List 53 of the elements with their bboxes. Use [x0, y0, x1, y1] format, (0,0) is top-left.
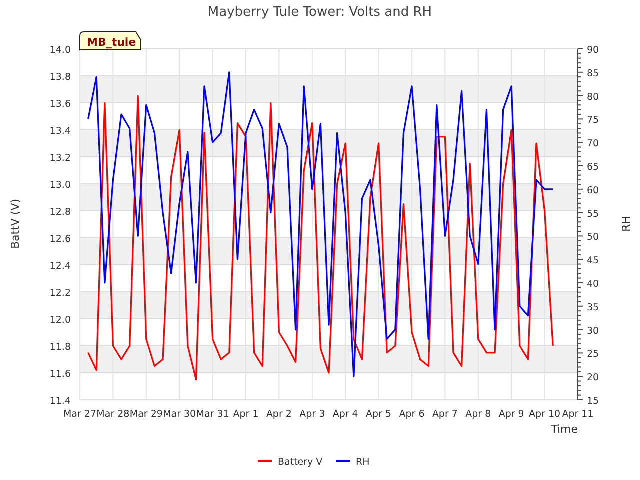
- axis-tick-label: Mar 29: [130, 409, 163, 420]
- axis-tick-label: 25: [587, 349, 600, 360]
- axis-tick-label: Apr 9: [498, 409, 524, 420]
- plot-tag: MB_tule: [80, 32, 142, 50]
- axis-tick-label: 11.4: [50, 396, 71, 407]
- axis-tick-label: 14.0: [50, 45, 71, 56]
- axis-tick-label: Apr 8: [466, 409, 492, 420]
- axis-tick-label: 85: [587, 68, 600, 80]
- legend-label: Battery V: [278, 457, 323, 468]
- axis-tick-label: 60: [587, 185, 600, 196]
- legend-label: RH: [356, 457, 370, 468]
- axis-tick-label: Mar 30: [163, 409, 196, 420]
- axis-tick-label: 13.0: [50, 180, 71, 191]
- axis-tick-label: 20: [587, 372, 600, 384]
- axis-tick-label: 90: [587, 45, 600, 56]
- x-axis-title: Time: [551, 423, 578, 436]
- axis-tick-label: Apr 2: [266, 409, 292, 420]
- axis-tick-label: Apr 6: [399, 409, 425, 420]
- axis-tick-label: 11.8: [50, 342, 71, 353]
- chart-title: Mayberry Tule Tower: Volts and RH: [208, 5, 432, 20]
- axis-tick-label: 13.6: [50, 99, 71, 110]
- axis-tick-label: 35: [587, 302, 600, 314]
- axis-tick-label: 13.4: [50, 126, 71, 137]
- axis-tick-label: Apr 3: [300, 409, 326, 420]
- axis-tick-label: Mar 31: [196, 409, 230, 420]
- axis-tick-label: 13.8: [50, 72, 71, 83]
- y-axis-title: BattV (V): [9, 198, 22, 250]
- axis-tick-label: 50: [587, 232, 600, 244]
- axis-tick-label: 75: [587, 115, 600, 126]
- axis-tick-label: Mar 28: [96, 409, 130, 420]
- axis-tick-label: 45: [587, 256, 600, 267]
- axis-tick-label: 65: [587, 162, 600, 173]
- axis-tick-label: Apr 10: [529, 409, 561, 420]
- axis-tick-label: 15: [587, 396, 600, 407]
- y2-axis-title: RH: [620, 216, 633, 232]
- axis-tick-label: Apr 11: [562, 409, 594, 420]
- axis-tick-label: Apr 5: [366, 409, 392, 420]
- axis-tick-label: 11.6: [50, 369, 71, 380]
- axis-tick-label: Apr 7: [432, 409, 458, 420]
- axis-tick-label: 80: [587, 92, 600, 103]
- axis-tick-label: Mar 27: [63, 409, 97, 420]
- axis-tick-label: 12.6: [50, 234, 71, 245]
- axis-tick-label: 12.0: [50, 315, 71, 326]
- axis-tick-label: 12.2: [50, 288, 71, 299]
- axis-tick-label: 12.8: [50, 207, 71, 218]
- axis-tick-label: 30: [587, 326, 600, 337]
- axis-tick-label: 12.4: [50, 261, 71, 272]
- axis-tick-label: Apr 4: [332, 409, 358, 420]
- axis-tick-label: 13.2: [50, 153, 71, 164]
- axis-tick-label: 40: [587, 279, 600, 290]
- axis-tick-label: 70: [587, 138, 600, 150]
- axis-tick-label: 55: [587, 208, 600, 220]
- axis-tick-label: Apr 1: [233, 409, 259, 420]
